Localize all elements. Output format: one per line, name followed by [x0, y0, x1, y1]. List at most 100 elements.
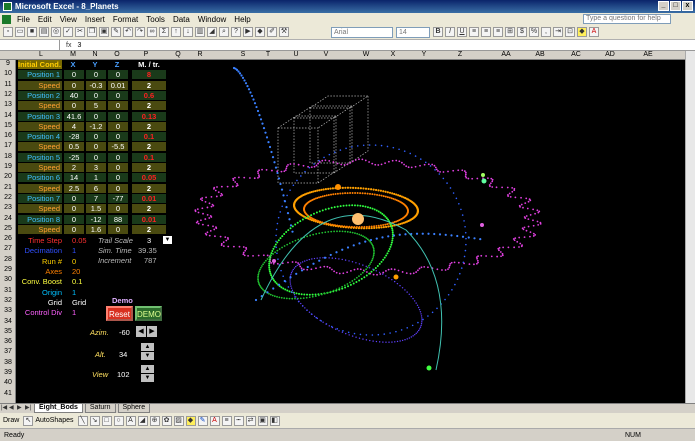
fx-icon[interactable]: fx [60, 42, 77, 49]
dash-style-icon[interactable]: ┅ [233, 415, 244, 426]
hyperlink-icon[interactable]: ∞ [147, 27, 157, 37]
value-cell[interactable]: 0 [108, 152, 128, 162]
row-number[interactable]: 34 [0, 318, 16, 325]
value-cell[interactable]: 0 [108, 101, 128, 111]
align-center-icon[interactable]: ≡ [481, 27, 491, 37]
mass-cell[interactable]: 2 [132, 204, 166, 214]
value-cell[interactable]: 0 [108, 132, 128, 142]
row-number[interactable]: 15 [0, 122, 16, 129]
line-style-icon[interactable]: ≡ [221, 415, 232, 426]
mass-cell[interactable]: 0.01 [132, 193, 166, 203]
3d-icon[interactable]: ◧ [269, 415, 280, 426]
value-cell[interactable]: 40 [64, 90, 84, 100]
value-cell[interactable]: 0.5 [64, 142, 84, 152]
mass-cell[interactable]: 2 [132, 183, 166, 193]
mass-cell[interactable]: 0.6 [132, 90, 166, 100]
undo-icon[interactable]: ↶ [123, 27, 133, 37]
format-painter-icon[interactable]: ✎ [111, 27, 121, 37]
trail-dropdown-icon[interactable]: ▼ [163, 236, 172, 244]
arrow-style-icon[interactable]: ⇄ [245, 415, 256, 426]
borders-icon[interactable]: ⊡ [565, 27, 575, 37]
indent-icon[interactable]: ⇥ [553, 27, 563, 37]
prev-sheet-icon[interactable]: ◀ [9, 405, 16, 412]
row-number[interactable]: 16 [0, 132, 16, 139]
param-value[interactable]: 1 [72, 308, 76, 317]
param-value[interactable]: Grid [72, 298, 86, 307]
value-cell[interactable]: 1.5 [86, 204, 106, 214]
sort-asc-icon[interactable]: ↑ [171, 27, 181, 37]
row-number[interactable]: 31 [0, 287, 16, 294]
drawing-icon[interactable]: ◢ [207, 27, 217, 37]
value-cell[interactable]: 0 [108, 224, 128, 234]
row-number[interactable]: 33 [0, 307, 16, 314]
value-cell[interactable]: 0 [64, 204, 84, 214]
col-header[interactable]: L [20, 51, 62, 58]
value-cell[interactable]: 0 [108, 183, 128, 193]
param-value[interactable]: 20 [72, 267, 80, 276]
alt-up-icon[interactable]: ▲ [141, 343, 154, 351]
col-header[interactable]: P [128, 51, 164, 58]
mass-cell[interactable]: 0.05 [132, 173, 166, 183]
font-color-draw-icon[interactable]: A [209, 415, 220, 426]
name-box[interactable] [0, 40, 60, 50]
trail-scale-value[interactable]: 3 [147, 236, 151, 245]
value-cell[interactable]: 5 [86, 101, 106, 111]
col-header[interactable]: AB [530, 51, 550, 58]
currency-icon[interactable]: $ [517, 27, 527, 37]
col-header[interactable]: Y [414, 51, 434, 58]
new-icon[interactable]: ▫ [3, 27, 13, 37]
spelling-icon[interactable]: ✓ [63, 27, 73, 37]
value-cell[interactable]: -0.3 [86, 80, 106, 90]
row-number[interactable]: 36 [0, 338, 16, 345]
col-header[interactable]: V [316, 51, 336, 58]
row-number[interactable]: 19 [0, 163, 16, 170]
menu-help[interactable]: Help [230, 15, 254, 24]
paste-icon[interactable]: ▣ [99, 27, 109, 37]
italic-icon[interactable]: I [445, 27, 455, 37]
row-number[interactable]: 37 [0, 348, 16, 355]
percent-icon[interactable]: % [529, 27, 539, 37]
mass-cell[interactable]: 8 [132, 70, 166, 80]
value-cell[interactable]: 2 [64, 163, 84, 172]
view-down-icon[interactable]: ▼ [141, 374, 154, 382]
menu-tools[interactable]: Tools [142, 15, 169, 24]
line-icon[interactable]: ╲ [77, 415, 88, 426]
workbook-icon[interactable] [2, 14, 11, 24]
mass-cell[interactable]: 0.1 [132, 152, 166, 162]
value-cell[interactable]: 0 [108, 204, 128, 214]
value-cell[interactable]: -5.5 [108, 142, 128, 152]
value-cell[interactable]: 4 [64, 121, 84, 131]
row-number[interactable]: 27 [0, 245, 16, 252]
col-header[interactable]: X [383, 51, 403, 58]
value-cell[interactable]: 0 [108, 121, 128, 131]
menu-file[interactable]: File [13, 15, 34, 24]
col-header[interactable]: Z [450, 51, 470, 58]
value-cell[interactable]: 6 [86, 183, 106, 193]
preview-icon[interactable]: ◎ [51, 27, 61, 37]
mass-cell[interactable]: 2 [132, 163, 166, 172]
row-number[interactable]: 18 [0, 153, 16, 160]
row-number[interactable]: 14 [0, 112, 16, 119]
value-cell[interactable]: 0 [64, 224, 84, 234]
reset-button[interactable]: Reset [106, 306, 133, 321]
menu-edit[interactable]: Edit [34, 15, 56, 24]
next-sheet-icon[interactable]: ▶ [17, 405, 24, 412]
value-cell[interactable]: 1 [86, 173, 106, 183]
row-number[interactable]: 38 [0, 359, 16, 366]
value-cell[interactable]: 0 [108, 90, 128, 100]
azim-right-icon[interactable]: ▶ [147, 326, 157, 337]
autosum-icon[interactable]: Σ [159, 27, 169, 37]
col-header[interactable]: AA [496, 51, 516, 58]
print-icon[interactable]: ▤ [39, 27, 49, 37]
textbox-icon[interactable]: A [125, 415, 136, 426]
font-name-select[interactable]: Arial [331, 26, 393, 38]
help-search-input[interactable]: Type a question for help [583, 14, 671, 24]
worksheet-grid[interactable]: Initial Cond. X Y Z M. / tr. Position 10… [16, 60, 685, 403]
close-button[interactable]: x [682, 1, 693, 11]
col-header[interactable]: M [62, 51, 84, 58]
font-color-icon[interactable]: A [589, 27, 599, 37]
sort-desc-icon[interactable]: ↓ [183, 27, 193, 37]
value-cell[interactable]: 0 [86, 132, 106, 142]
value-cell[interactable]: -12 [86, 214, 106, 224]
value-cell[interactable]: 0 [86, 70, 106, 80]
